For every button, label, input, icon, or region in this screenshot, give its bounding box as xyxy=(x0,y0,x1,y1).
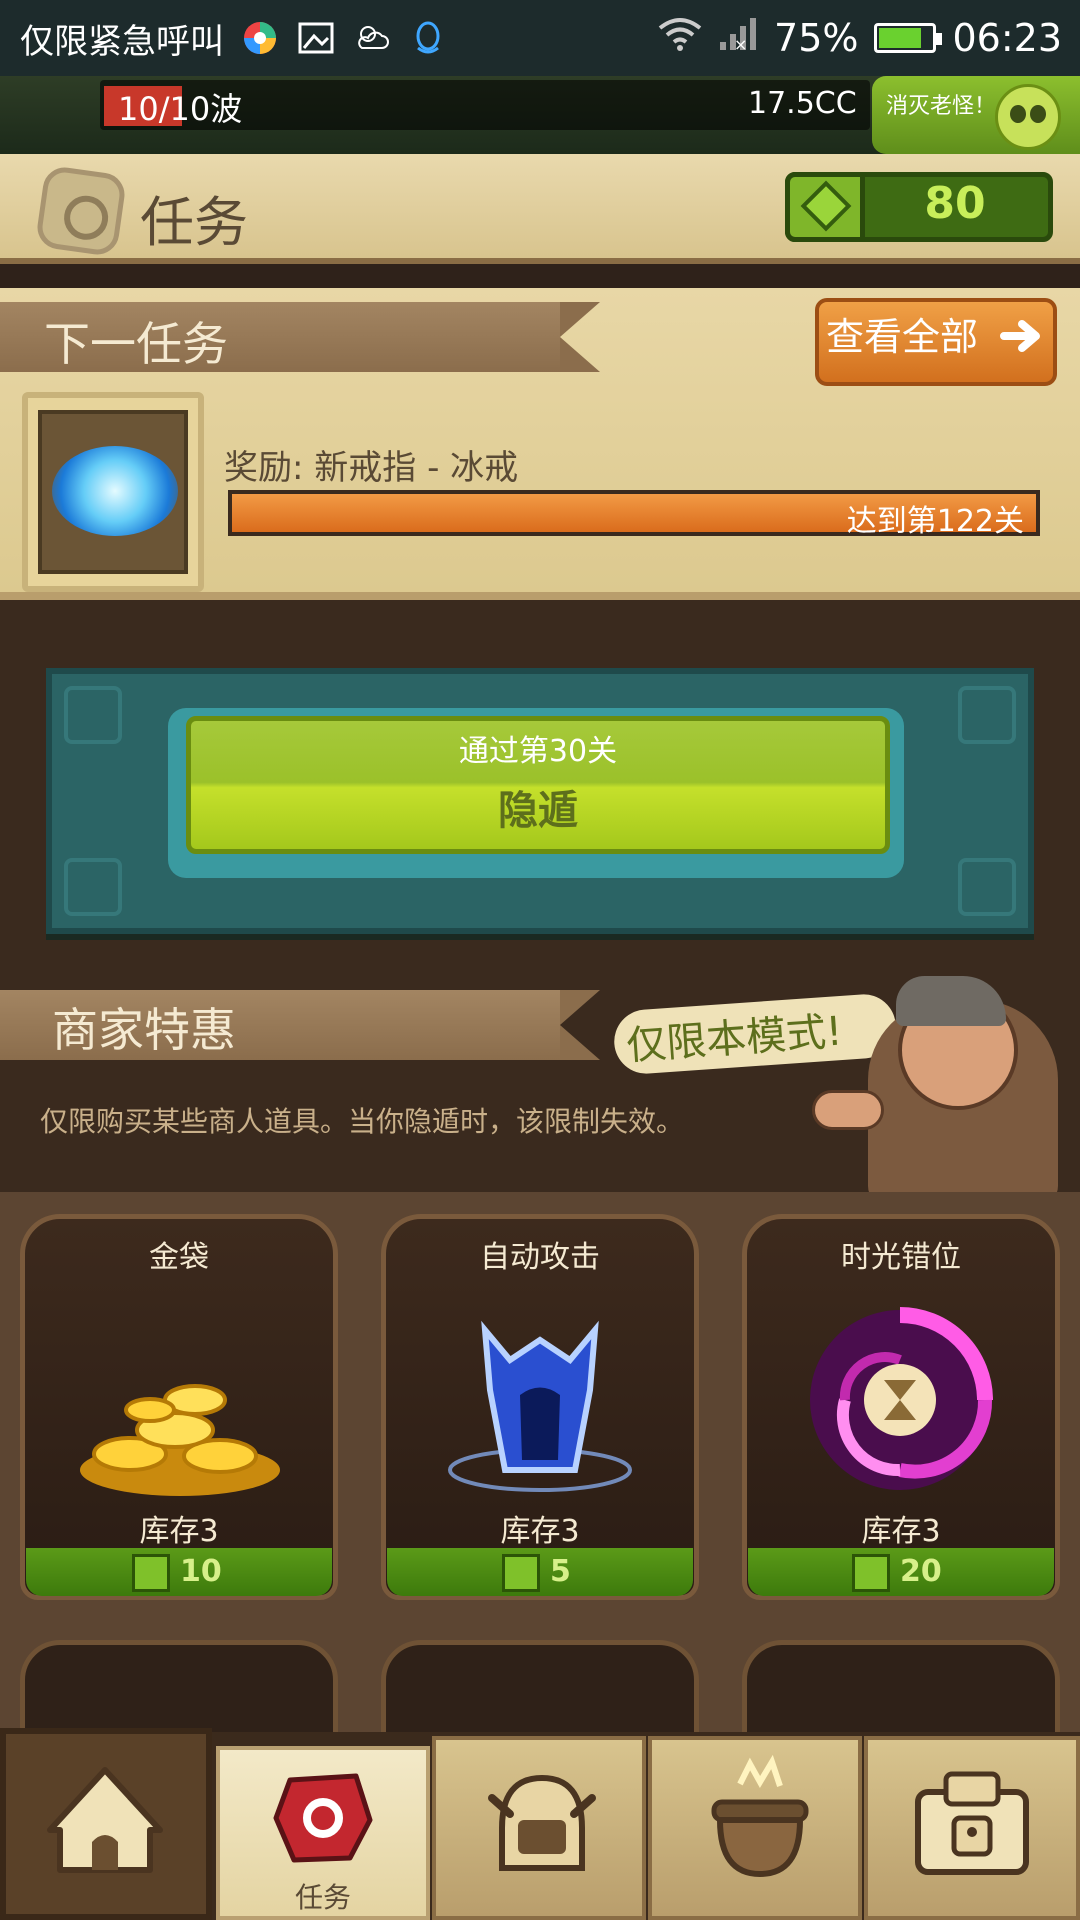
battery-icon xyxy=(874,23,943,53)
next-quest-heading: 下一任务 xyxy=(44,317,228,371)
knight-helmet-icon xyxy=(482,1758,602,1892)
svg-text:×: × xyxy=(734,35,747,52)
merchant-hand xyxy=(812,1090,884,1130)
ice-ring-icon xyxy=(52,446,178,536)
challenge-requirement: 通过第30关 xyxy=(458,734,618,769)
auto-attack-icon xyxy=(440,1300,640,1504)
nav-quests-label: 任务 xyxy=(294,1881,351,1914)
corner-ornament xyxy=(64,858,122,916)
merchant-description: 仅限购买某些商人道具。当你隐遁时，该限制失效。 xyxy=(40,1105,685,1138)
gem-icon xyxy=(132,1554,170,1592)
challenge-title: 隐遁 xyxy=(498,788,578,834)
status-right: × 75% 06:23 xyxy=(658,0,1062,76)
shop-item-price: 5 xyxy=(550,1554,571,1589)
clock: 06:23 xyxy=(952,16,1062,60)
treasure-chest-icon xyxy=(910,1762,1034,1886)
quest-emblem-icon xyxy=(270,1770,376,1870)
corner-ornament xyxy=(958,686,1016,744)
wave-counter: 10/10波 xyxy=(118,90,243,128)
corner-ornament xyxy=(64,686,122,744)
page-title: 任务 xyxy=(140,191,248,254)
battery-percent: 75% xyxy=(774,16,859,60)
tent-icon xyxy=(40,1760,170,1884)
shop-item-title: 金袋 xyxy=(149,1240,209,1275)
divider xyxy=(0,264,1080,288)
skull-icon xyxy=(995,84,1061,150)
currency-rate: 17.5CC xyxy=(748,86,857,121)
shop-item-stock: 库存3 xyxy=(861,1514,941,1549)
app-color-wheel-icon xyxy=(240,18,280,58)
gem-icon xyxy=(502,1554,540,1592)
arrow-right-icon xyxy=(1000,318,1044,354)
shop-item-price: 10 xyxy=(180,1554,222,1589)
shop-item-price-bar xyxy=(26,1548,332,1596)
shop-item-stock: 库存3 xyxy=(500,1514,580,1549)
reward-text: 奖励: 新戒指 - 冰戒 xyxy=(224,448,519,488)
cauldron-icon xyxy=(700,1754,820,1898)
shop-item-title: 自动攻击 xyxy=(480,1240,600,1275)
gem-count: 80 xyxy=(924,178,986,229)
time-warp-icon xyxy=(800,1300,1000,1504)
shop-item-title: 时光错位 xyxy=(841,1240,961,1275)
gem-icon xyxy=(852,1554,890,1592)
gold-coins-icon xyxy=(70,1360,290,1504)
shop-item-stock: 库存3 xyxy=(139,1514,219,1549)
shop-item-price-bar xyxy=(387,1548,693,1596)
weather-icon xyxy=(352,18,392,58)
merchant-hat xyxy=(896,976,1006,1026)
carrier-text: 仅限紧急呼叫 xyxy=(20,21,224,62)
wifi-icon xyxy=(658,16,702,61)
shop-item-price: 20 xyxy=(900,1554,942,1589)
corner-ornament xyxy=(958,858,1016,916)
qq-icon xyxy=(408,18,448,58)
boss-button-label: 消灭老怪！ xyxy=(886,94,997,119)
quest-progress-label: 达到第122关 xyxy=(846,504,1024,539)
image-icon xyxy=(296,18,336,58)
status-bar: 仅限紧急呼叫 × 75% 06:23 xyxy=(0,0,1080,76)
view-all-label: 查看全部 xyxy=(826,315,979,359)
signal-icon: × xyxy=(718,16,758,61)
quest-emblem-icon xyxy=(34,164,128,258)
merchant-heading: 商家特惠 xyxy=(52,1003,236,1057)
